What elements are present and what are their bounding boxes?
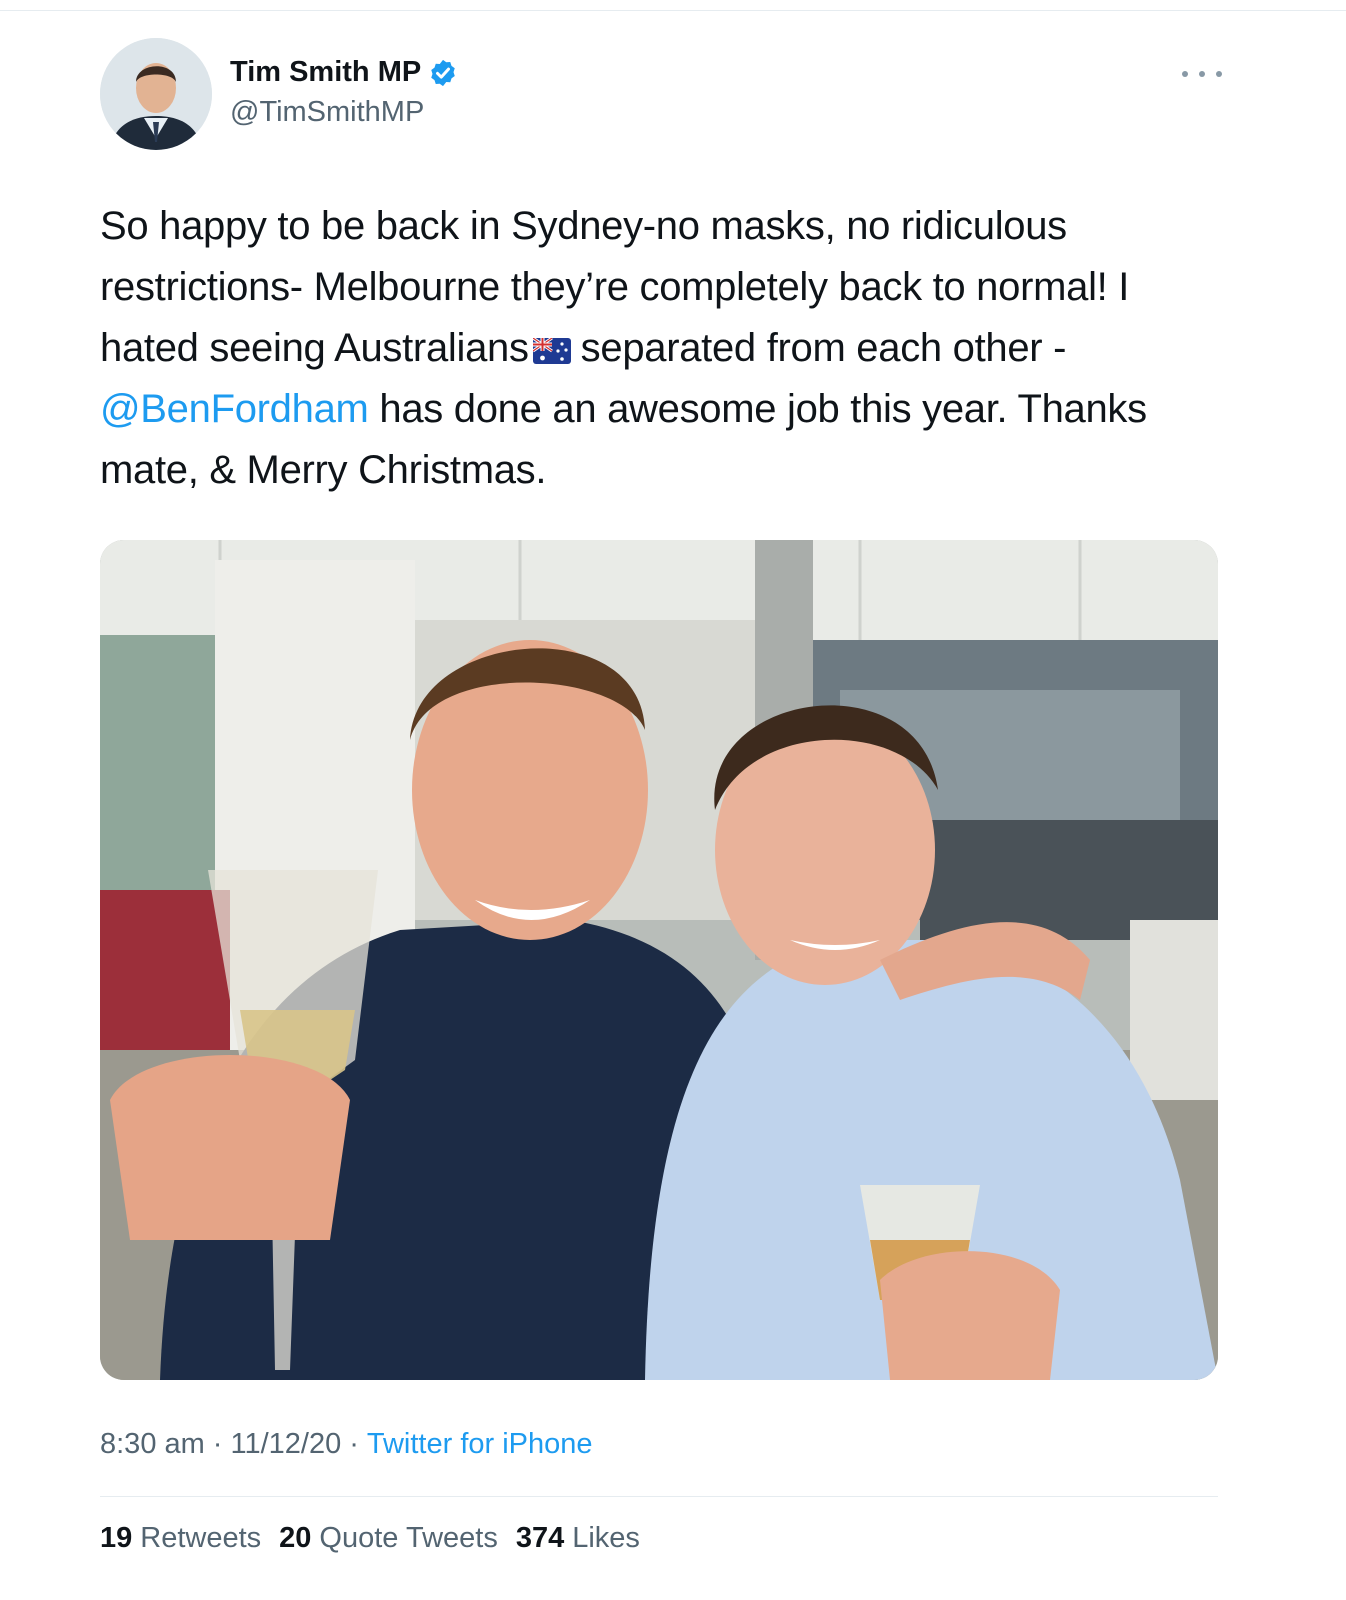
more-options-icon[interactable] xyxy=(1182,66,1222,82)
likes-stat[interactable]: 374 Likes xyxy=(516,1522,640,1555)
display-name[interactable]: Tim Smith MP xyxy=(230,56,421,89)
author-handle[interactable]: @TimSmithMP xyxy=(230,96,424,129)
tweet-line: @BenFordham has done an awesome job this… xyxy=(100,379,1250,440)
quote-tweets-count: 20 xyxy=(279,1522,312,1554)
tweet-date[interactable]: 11/12/20 xyxy=(230,1428,341,1461)
author-name-row[interactable]: Tim Smith MP xyxy=(230,56,458,89)
tweet-text-segment: has done an awesome job this year. Thank… xyxy=(379,387,1147,431)
stats-divider xyxy=(100,1496,1218,1497)
retweets-count: 19 xyxy=(100,1522,133,1554)
verified-badge-icon xyxy=(431,59,455,86)
australia-flag-icon xyxy=(532,338,571,364)
tweet-photo[interactable] xyxy=(100,540,1218,1380)
likes-count: 374 xyxy=(515,1522,565,1554)
meta-separator: · xyxy=(212,1428,223,1460)
quote-tweets-stat[interactable]: 20 Quote Tweets xyxy=(279,1522,498,1555)
retweets-stat[interactable]: 19 Retweets xyxy=(100,1522,261,1555)
tweet-meta: 8:30 am · 11/12/20 · Twitter for iPhone xyxy=(100,1428,593,1461)
tweet-text: So happy to be back in Sydney-no masks, … xyxy=(100,196,1250,501)
likes-label: Likes xyxy=(572,1522,640,1554)
tweet-line: hated seeing Australians separated from … xyxy=(100,318,1250,379)
tweet-line: restrictions- Melbourne they’re complete… xyxy=(100,265,1130,309)
retweets-label: Retweets xyxy=(140,1522,262,1554)
tweet-time[interactable]: 8:30 am xyxy=(100,1428,205,1461)
quote-tweets-label: Quote Tweets xyxy=(319,1522,498,1554)
avatar[interactable] xyxy=(100,38,212,150)
mention-link[interactable]: @BenFordham xyxy=(100,387,369,431)
tweet-text-segment: hated seeing Australians xyxy=(100,326,529,370)
tweet-source-link[interactable]: Twitter for iPhone xyxy=(367,1428,593,1461)
engagement-stats: 19 Retweets 20 Quote Tweets 374 Likes xyxy=(100,1522,658,1555)
meta-separator: · xyxy=(349,1428,359,1460)
tweet-line: So happy to be back in Sydney-no masks, … xyxy=(100,204,1067,248)
tweet-text-segment: separated from each other - xyxy=(580,326,1067,370)
top-divider xyxy=(0,10,1346,11)
tweet-line: mate, & Merry Christmas. xyxy=(100,448,547,492)
